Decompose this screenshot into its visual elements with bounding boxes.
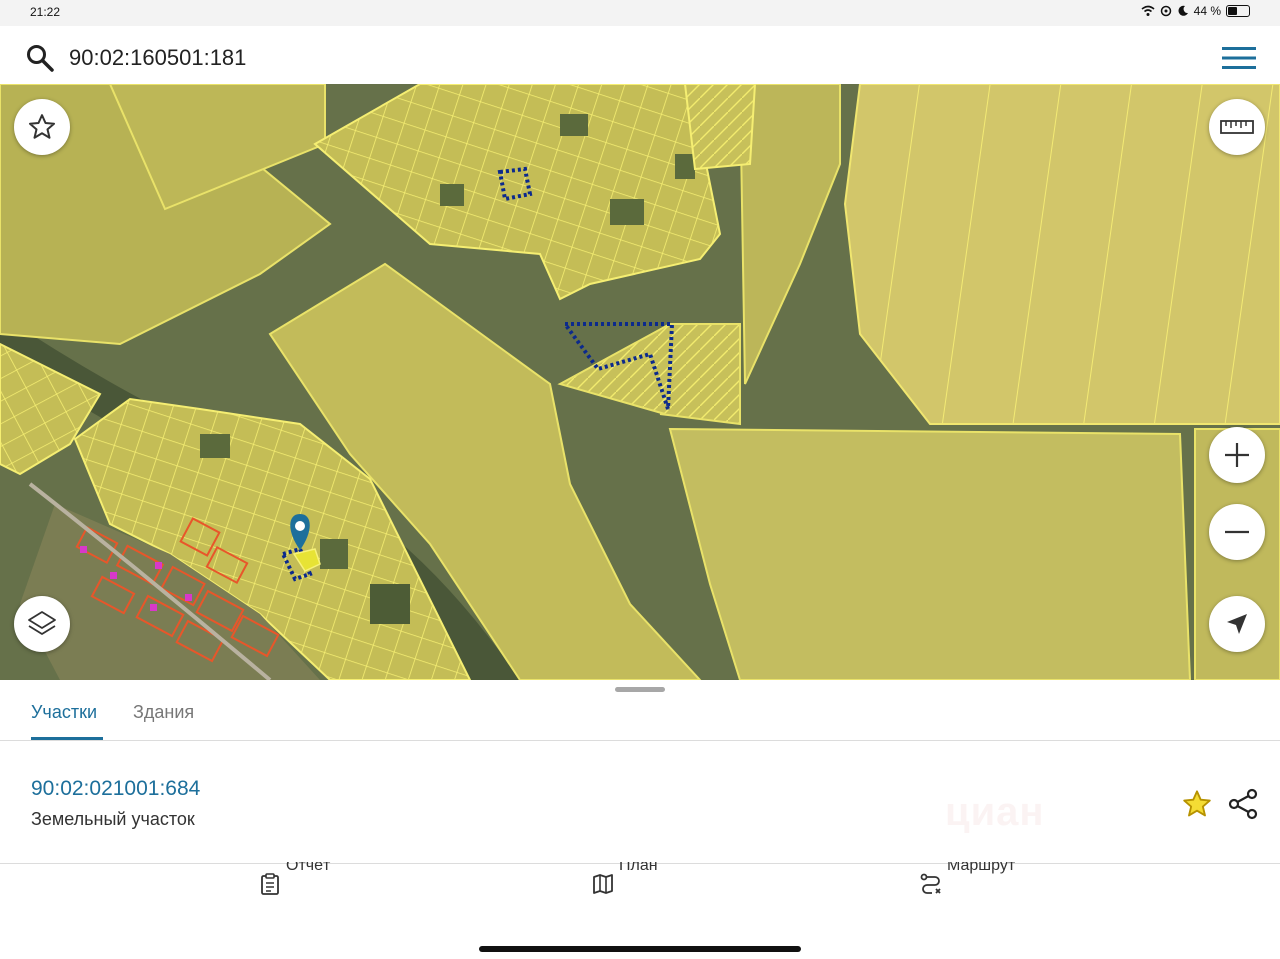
search-bar[interactable]: 90:02:160501:181 [8,36,1272,80]
wifi-icon [1141,5,1155,16]
route-label: Маршрут [947,862,1016,874]
plan-label: План [619,862,658,874]
sheet-drag-handle[interactable] [615,687,665,692]
route-button[interactable]: Маршрут [919,862,1029,902]
report-label: Отчёт [286,862,331,874]
ruler-icon [1220,120,1254,134]
layers-icon [28,611,56,635]
map-icon [593,874,613,894]
search-input[interactable]: 90:02:160501:181 [69,45,246,71]
battery-icon [1226,5,1250,17]
report-button[interactable]: Отчёт [258,862,348,902]
bottom-sheet: Участки Здания циан 90:02:021001:684 Зем… [0,680,1280,959]
navigation-arrow-icon [1227,614,1247,634]
parcel-type: Земельный участок [31,809,195,829]
clipboard-icon [261,873,279,895]
battery-percent: 44 % [1193,4,1221,18]
search-icon[interactable] [24,42,56,74]
minus-icon [1225,530,1249,534]
plan-button[interactable]: План [591,862,681,902]
favorite-button[interactable] [14,99,70,155]
tab-parcels[interactable]: Участки [31,702,97,723]
status-indicators: 44 % [1141,4,1250,18]
tab-buildings[interactable]: Здания [133,702,194,723]
route-icon [920,873,941,894]
ruler-button[interactable] [1209,99,1265,155]
watermark: циан [945,790,1045,834]
parcel-field[interactable] [668,427,1192,680]
star-icon [29,114,55,139]
zoom-in-button[interactable] [1209,427,1265,483]
star-icon[interactable] [1181,788,1213,820]
plus-icon [1225,443,1249,467]
divider [0,740,1280,741]
moon-icon [1178,5,1188,16]
layers-button[interactable] [14,596,70,652]
zoom-out-button[interactable] [1209,504,1265,560]
home-indicator[interactable] [479,946,801,952]
parcel-cadastral-number[interactable]: 90:02:021001:684 [31,777,200,801]
status-bar: 21:22 44 % [0,0,1280,26]
map-view[interactable] [0,84,1280,680]
share-icon[interactable] [1228,788,1260,820]
satellite-map[interactable] [0,84,1280,680]
status-time: 21:22 [30,5,61,19]
location-icon [1160,5,1171,17]
hamburger-menu-icon[interactable] [1222,44,1256,72]
my-location-button[interactable] [1209,596,1265,652]
